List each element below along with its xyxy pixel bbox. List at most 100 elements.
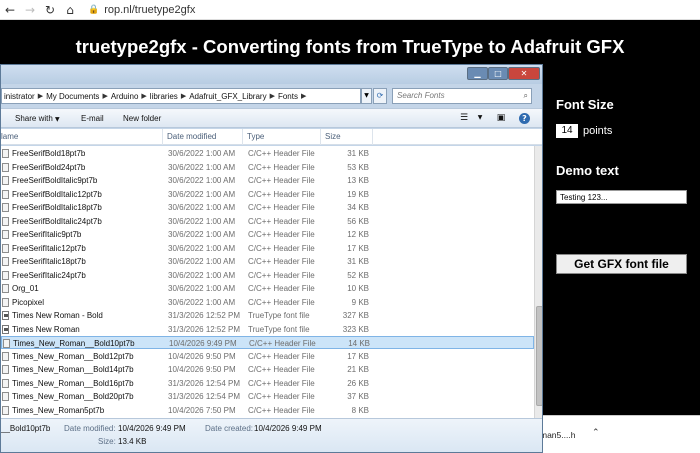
vertical-scrollbar[interactable]: [534, 146, 542, 418]
file-type: C/C++ Header File: [248, 365, 315, 374]
file-row[interactable]: FreeSerifItalic24pt7b 30/6/2022 1:00 AM C/…: [1, 269, 534, 282]
file-name: Picopixel: [12, 297, 45, 307]
file-icon: [2, 216, 9, 226]
file-date: 30/6/2022 1:00 AM: [168, 243, 236, 253]
chevron-down-icon[interactable]: ▼: [473, 112, 487, 124]
file-icon: [2, 189, 9, 199]
file-name: Times_New_Roman__Bold20pt7b: [12, 392, 134, 401]
chevron-right-icon: ▶: [102, 93, 108, 100]
details-size: 13.4 KB: [118, 437, 147, 446]
file-date: 30/6/2022 1:00 AM: [168, 216, 236, 226]
file-size: 34 KB: [347, 203, 369, 212]
file-row[interactable]: Picopixel 30/6/2022 1:00 AM C/C++ Header F…: [1, 296, 534, 309]
file-row[interactable]: FreeSerifItalic12pt7b 30/6/2022 1:00 AM C/…: [1, 242, 534, 255]
chevron-down-icon[interactable]: ▼: [361, 88, 372, 104]
minimize-icon[interactable]: ▁: [467, 67, 488, 80]
file-type: C/C++ Header File: [248, 392, 315, 401]
file-row[interactable]: Times_New_Roman__Bold20pt7b 31/3/2026 12:…: [1, 390, 534, 403]
file-type: C/C++ Header File: [249, 339, 316, 348]
view-options-icon[interactable]: ☰: [457, 112, 471, 124]
col-name[interactable]: lame: [1, 129, 163, 145]
file-row[interactable]: FreeSerifBoldItalic24pt7b 30/6/2022 1:00 …: [1, 215, 534, 228]
file-type: C/C++ Header File: [248, 176, 315, 185]
file-name: FreeSerifBoldItalic12pt7b: [12, 189, 102, 199]
file-name: FreeSerifBold18pt7b: [12, 149, 86, 158]
reload-icon[interactable]: ↻: [40, 0, 60, 20]
file-row[interactable]: FreeSerifItalic18pt7b 30/6/2022 1:00 AM C/…: [1, 255, 534, 268]
file-date: 31/3/2026 12:54 PM: [168, 378, 241, 388]
file-row[interactable]: FreeSerifBold24pt7b 30/6/2022 1:00 AM C/C+…: [1, 161, 534, 174]
help-icon[interactable]: ?: [519, 113, 530, 124]
new-folder-button[interactable]: New folder: [123, 114, 161, 123]
close-icon[interactable]: ✕: [508, 67, 540, 80]
col-date[interactable]: Date modified: [163, 129, 243, 145]
details-date-created-label: Date created:: [205, 424, 254, 433]
file-icon: [2, 365, 9, 374]
email-button[interactable]: E-mail: [81, 114, 104, 123]
file-row[interactable]: FreeSerifBoldItalic18pt7b 30/6/2022 1:00 …: [1, 201, 534, 214]
breadcrumb-item[interactable]: Fonts: [276, 92, 300, 101]
file-row[interactable]: Times New Roman 31/3/2026 12:52 PM TrueTyp…: [1, 323, 534, 336]
col-size[interactable]: Size: [321, 129, 373, 145]
back-icon[interactable]: ←: [0, 0, 20, 20]
file-icon: [2, 270, 9, 280]
address-bar[interactable]: 🔒 rop.nl/truetype2gfx: [88, 4, 195, 16]
file-size: 8 KB: [351, 405, 369, 415]
preview-pane-icon[interactable]: ▣: [494, 112, 508, 124]
scrollbar-thumb[interactable]: [536, 306, 542, 406]
explorer-toolbar: Share with ▼ E-mail New folder ☰ ▼ ▣ ?: [1, 108, 542, 128]
window-titlebar[interactable]: ▁ □ ✕: [1, 65, 542, 84]
font-size-input[interactable]: 14: [556, 124, 578, 138]
demo-text-input[interactable]: Testing 123...: [556, 190, 687, 204]
file-date: 10/4/2026 7:50 PM: [168, 405, 236, 415]
col-type[interactable]: Type: [243, 129, 321, 145]
home-icon[interactable]: ⌂: [60, 0, 80, 20]
breadcrumb[interactable]: inistrator ▶ My Documents ▶ Arduino ▶ li…: [1, 88, 361, 104]
file-row[interactable]: Times New Roman - Bold 31/3/2026 12:52 PM…: [1, 309, 534, 322]
details-date-modified: 10/4/2026 9:49 PM: [118, 424, 186, 433]
address-row: inistrator ▶ My Documents ▶ Arduino ▶ li…: [1, 86, 542, 106]
file-size: 327 KB: [342, 311, 369, 320]
points-label: points: [583, 125, 613, 137]
breadcrumb-item[interactable]: Arduino: [109, 92, 141, 101]
file-type: C/C++ Header File: [248, 203, 315, 212]
file-icon: [2, 230, 9, 239]
file-row[interactable]: Times_New_Roman5pt7b 10/4/2026 7:50 PM C/C…: [1, 404, 534, 417]
get-gfx-font-file-button[interactable]: Get GFX font file: [556, 254, 687, 274]
breadcrumb-item[interactable]: libraries: [148, 92, 180, 101]
file-row[interactable]: Times_New_Roman__Bold14pt7b 10/4/2026 9:5…: [1, 363, 534, 376]
file-row[interactable]: Times_New_Roman__Bold10pt7b 10/4/2026 9:4…: [1, 336, 534, 349]
file-row[interactable]: Times_New_Roman__Bold16pt7b 31/3/2026 12:…: [1, 377, 534, 390]
chevron-right-icon: ▶: [180, 93, 187, 100]
chevron-up-icon[interactable]: ⌃: [592, 428, 600, 438]
file-row[interactable]: Times_New_Roman__Bold12pt7b 10/4/2026 9:5…: [1, 350, 534, 363]
browser-toolbar: ← → ↻ ⌂ 🔒 rop.nl/truetype2gfx: [0, 0, 700, 20]
breadcrumb-item[interactable]: inistrator: [2, 92, 37, 101]
file-icon: [2, 378, 9, 388]
details-date-modified-label: Date modified:: [64, 424, 116, 433]
font-size-label: Font Size: [556, 97, 614, 112]
share-with-button[interactable]: Share with ▼: [15, 114, 60, 123]
file-size: 14 KB: [348, 339, 370, 348]
column-header: lame Date modified Type Size: [1, 129, 542, 145]
search-input[interactable]: Search Fonts ⌕: [392, 88, 532, 104]
file-name: Times_New_Roman__Bold10pt7b: [13, 339, 135, 348]
file-row[interactable]: FreeSerifItalic9pt7b 30/6/2022 1:00 AM C/C…: [1, 228, 534, 241]
file-name: FreeSerifItalic9pt7b: [12, 230, 82, 239]
file-icon: [2, 203, 9, 212]
file-date: 30/6/2022 1:00 AM: [168, 270, 236, 280]
refresh-icon[interactable]: ⟳: [373, 88, 387, 104]
file-row[interactable]: FreeSerifBoldItalic12pt7b 30/6/2022 1:00 …: [1, 188, 534, 201]
file-date: 30/6/2022 1:00 AM: [168, 284, 236, 293]
chevron-right-icon: ▶: [269, 93, 275, 100]
file-row[interactable]: FreeSerifBold18pt7b 30/6/2022 1:00 AM C/C+…: [1, 147, 534, 160]
file-size: 13 KB: [347, 176, 369, 185]
chevron-right-icon: ▶: [141, 93, 147, 100]
maximize-icon[interactable]: □: [488, 67, 508, 80]
file-row[interactable]: Org_01 30/6/2022 1:00 AM C/C++ Header File…: [1, 282, 534, 295]
file-row[interactable]: FreeSerifBoldItalic9pt7b 30/6/2022 1:00 A…: [1, 174, 534, 187]
download-filename[interactable]: man5....h: [540, 430, 575, 440]
breadcrumb-item[interactable]: My Documents: [44, 92, 101, 101]
forward-icon[interactable]: →: [20, 0, 40, 20]
breadcrumb-item[interactable]: Adafruit_GFX_Library: [187, 92, 268, 101]
